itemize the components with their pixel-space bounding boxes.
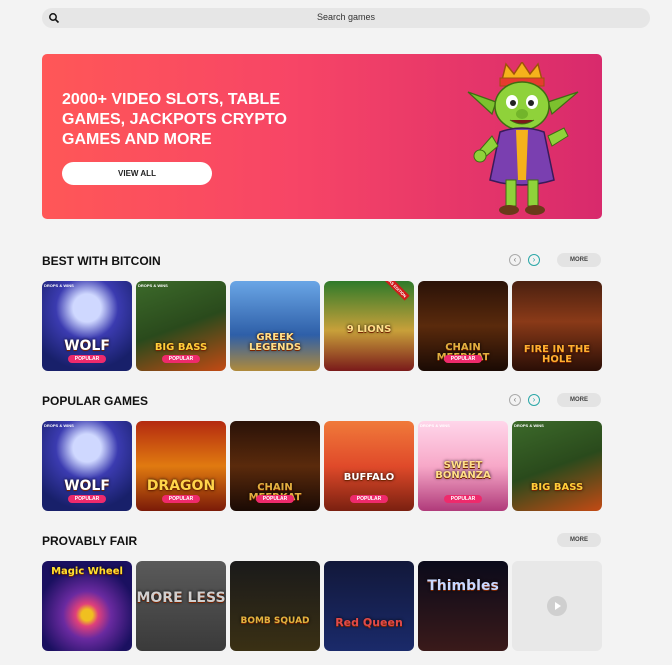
- game-tag: DROPS & WINS: [138, 283, 168, 288]
- game-title: Red Queen: [335, 616, 403, 629]
- game-card[interactable]: BUFFALO POPULAR: [324, 421, 414, 511]
- game-thumbnail: [418, 561, 508, 651]
- carousel-prev-button[interactable]: ‹: [509, 394, 521, 406]
- game-thumbnail: [512, 421, 602, 511]
- game-card[interactable]: DRAGON POPULAR: [136, 421, 226, 511]
- game-card[interactable]: Red Queen: [324, 561, 414, 651]
- game-thumbnail: [324, 561, 414, 651]
- game-title: GREEK LEGENDS: [248, 332, 302, 353]
- game-tag: DROPS & WINS: [44, 423, 74, 428]
- game-card[interactable]: SWEET BONANZA DROPS & WINS POPULAR: [418, 421, 508, 511]
- popular-badge: POPULAR: [256, 495, 294, 503]
- game-card[interactable]: [512, 561, 602, 651]
- game-card[interactable]: BIG BASS DROPS & WINS POPULAR: [136, 281, 226, 371]
- search-bar[interactable]: Search games: [42, 8, 650, 28]
- chevron-right-icon: ›: [532, 395, 536, 404]
- game-title: SWEET BONANZA: [435, 460, 491, 481]
- game-title: BOMB SQUAD: [240, 616, 310, 626]
- carousel-next-button[interactable]: ›: [528, 394, 540, 406]
- game-tag: DROPS & WINS: [44, 283, 74, 288]
- chevron-right-icon: ›: [532, 255, 536, 264]
- game-card[interactable]: FIRE IN THE HOLE: [512, 281, 602, 371]
- game-card[interactable]: CHAIN MEERKATPOPULAR: [418, 281, 508, 371]
- game-thumbnail: [230, 281, 320, 371]
- game-thumbnail: [136, 561, 226, 651]
- popular-badge: POPULAR: [68, 495, 106, 503]
- game-title: MORE LESS: [136, 590, 226, 606]
- popular-badge: POPULAR: [162, 495, 200, 503]
- game-card[interactable]: WOLF DROPS & WINS POPULAR: [42, 281, 132, 371]
- game-thumbnail: [230, 561, 320, 651]
- popular-badge: POPULAR: [162, 355, 200, 363]
- game-card[interactable]: BOMB SQUAD: [230, 561, 320, 651]
- popular-badge: POPULAR: [444, 355, 482, 363]
- play-icon: [547, 596, 567, 616]
- search-input[interactable]: Search games: [42, 12, 650, 22]
- game-card[interactable]: BIG BASS DROPS & WINS: [512, 421, 602, 511]
- game-title: 9 LIONS: [346, 324, 392, 335]
- game-card[interactable]: 9 LIONS XMAS EDITION: [324, 281, 414, 371]
- chevron-left-icon: ‹: [513, 395, 517, 404]
- section-title-popular-games: POPULAR GAMES: [42, 394, 149, 408]
- more-button[interactable]: MORE: [557, 253, 601, 267]
- game-row: Magic Wheel MORE LESS BOMB SQUAD Red Queen T…: [42, 561, 602, 651]
- hero-title: 2000+ VIDEO SLOTS, TABLE GAMES, JACKPOTS…: [62, 91, 287, 148]
- game-tag: DROPS & WINS: [420, 423, 450, 428]
- game-title: Thimbles: [427, 578, 499, 594]
- section-title-best-with-bitcoin: BEST WITH BITCOIN: [42, 254, 161, 268]
- game-title: WOLF: [64, 338, 110, 354]
- popular-badge: POPULAR: [350, 495, 388, 503]
- game-card[interactable]: Magic Wheel: [42, 561, 132, 651]
- game-card[interactable]: GREEK LEGENDS: [230, 281, 320, 371]
- game-title: BIG BASS: [154, 342, 208, 353]
- hero-banner: 2000+ VIDEO SLOTS, TABLE GAMES, JACKPOTS…: [42, 54, 602, 219]
- game-title: BUFFALO: [343, 472, 395, 483]
- game-title: BIG BASS: [530, 482, 584, 493]
- game-title: DRAGON: [146, 478, 216, 494]
- goblin-mascot-image: [467, 62, 579, 215]
- game-card[interactable]: WOLF DROPS & WINS POPULAR: [42, 421, 132, 511]
- game-tag: DROPS & WINS: [514, 423, 544, 428]
- chevron-left-icon: ‹: [513, 255, 517, 264]
- game-title: Magic Wheel: [51, 566, 123, 577]
- game-row: WOLF DROPS & WINS POPULAR DRAGON POPULAR CHAI…: [42, 421, 602, 511]
- popular-badge: POPULAR: [444, 495, 482, 503]
- more-button[interactable]: MORE: [557, 393, 601, 407]
- carousel-next-button[interactable]: ›: [528, 254, 540, 266]
- popular-badge: POPULAR: [68, 355, 106, 363]
- game-title: FIRE IN THE HOLE: [523, 344, 591, 365]
- game-card[interactable]: MORE LESS: [136, 561, 226, 651]
- game-row: WOLF DROPS & WINS POPULAR BIG BASS DROPS & W…: [42, 281, 602, 371]
- carousel-prev-button[interactable]: ‹: [509, 254, 521, 266]
- section-title-provably-fair: PROVABLY FAIR: [42, 534, 138, 548]
- game-card[interactable]: CHAIN MEERKATPOPULAR: [230, 421, 320, 511]
- game-title: WOLF: [64, 478, 110, 494]
- game-card[interactable]: Thimbles: [418, 561, 508, 651]
- more-button[interactable]: MORE: [557, 533, 601, 547]
- view-all-button[interactable]: VIEW ALL: [62, 162, 212, 185]
